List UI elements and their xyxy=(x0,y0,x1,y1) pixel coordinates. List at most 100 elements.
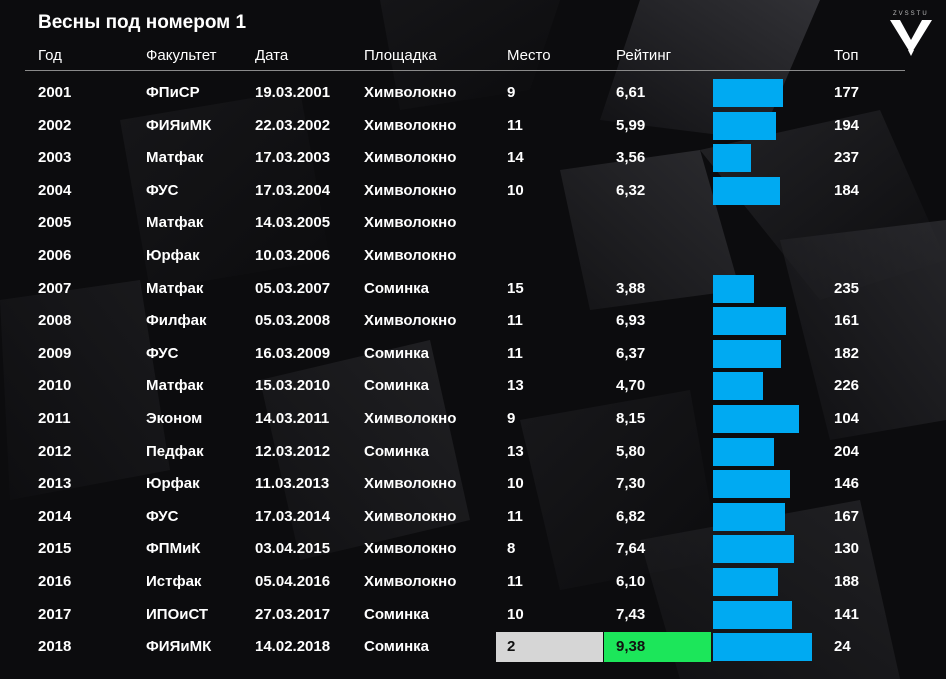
cell-place: 11 xyxy=(507,345,523,362)
rating-bar xyxy=(713,144,751,172)
logo-text: ZVSSTU xyxy=(893,11,929,17)
cell-venue: Химволокно xyxy=(364,540,457,557)
cell-top: 141 xyxy=(834,606,860,623)
cell-place: 15 xyxy=(507,280,524,297)
cell-rating: 6,82 xyxy=(616,508,646,525)
cell-year: 2010 xyxy=(38,377,72,394)
cell-faculty: Эконом xyxy=(146,410,203,427)
cell-rating: 5,99 xyxy=(616,117,646,134)
cell-venue: Химволокно xyxy=(364,117,457,134)
cell-venue: Соминка xyxy=(364,280,430,297)
cell-year: 2018 xyxy=(38,638,72,655)
cell-faculty: Матфак xyxy=(146,149,204,166)
cell-place: 11 xyxy=(507,573,523,590)
cell-date: 10.03.2006 xyxy=(255,247,331,264)
cell-venue: Соминка xyxy=(364,377,430,394)
cell-top: 24 xyxy=(834,638,851,655)
rating-bar xyxy=(713,112,776,140)
cell-year: 2005 xyxy=(38,214,72,231)
cell-top: 194 xyxy=(834,117,860,134)
rating-bar xyxy=(713,177,780,205)
cell-faculty: ФПМиК xyxy=(146,540,201,557)
cell-date: 15.03.2010 xyxy=(255,377,331,394)
header-year: Год xyxy=(38,47,62,64)
cell-rating: 4,70 xyxy=(616,377,646,394)
cell-faculty: ИПОиСТ xyxy=(146,606,209,623)
cell-year: 2011 xyxy=(38,410,71,427)
cell-year: 2009 xyxy=(38,345,72,362)
cell-venue: Соминка xyxy=(364,443,430,460)
cell-venue: Химволокно xyxy=(364,573,457,590)
cell-faculty: Истфак xyxy=(146,573,202,590)
cell-top: 146 xyxy=(834,475,860,492)
cell-venue: Химволокно xyxy=(364,312,457,329)
cell-faculty: Матфак xyxy=(146,377,204,394)
cell-place: 11 xyxy=(507,312,523,329)
cell-venue: Химволокно xyxy=(364,247,457,264)
cell-rating: 6,37 xyxy=(616,345,646,362)
cell-faculty: ФУС xyxy=(146,182,179,199)
cell-rating: 7,30 xyxy=(616,475,646,492)
cell-place: 10 xyxy=(507,182,524,199)
cell-year: 2013 xyxy=(38,475,72,492)
cell-place: 11 xyxy=(507,508,523,525)
rating-bar xyxy=(713,79,783,107)
cell-venue: Химволокно xyxy=(364,410,457,427)
cell-year: 2004 xyxy=(38,182,72,199)
header-faculty: Факультет xyxy=(146,47,217,64)
logo-icon xyxy=(890,20,932,56)
cell-faculty: ФПиСР xyxy=(146,84,200,101)
cell-rating: 9,38 xyxy=(616,638,646,655)
cell-faculty: ФИЯиМК xyxy=(146,117,212,134)
rating-bar xyxy=(713,470,790,498)
cell-date: 17.03.2014 xyxy=(255,508,331,525)
header-top: Топ xyxy=(834,47,859,64)
rating-bar xyxy=(713,275,754,303)
cell-venue: Соминка xyxy=(364,345,430,362)
cell-faculty: ФУС xyxy=(146,345,179,362)
cell-place: 9 xyxy=(507,410,516,427)
page-title: Весны под номером 1 xyxy=(38,12,247,33)
cell-faculty: Филфак xyxy=(146,312,207,329)
rating-bar xyxy=(713,438,774,466)
cell-top: 130 xyxy=(834,540,860,557)
cell-place: 11 xyxy=(507,117,523,134)
cell-date: 16.03.2009 xyxy=(255,345,331,362)
cell-year: 2002 xyxy=(38,117,72,134)
cell-place: 10 xyxy=(507,475,524,492)
cell-place: 13 xyxy=(507,377,524,394)
cell-rating: 6,61 xyxy=(616,84,646,101)
cell-date: 19.03.2001 xyxy=(255,84,331,101)
cell-year: 2015 xyxy=(38,540,72,557)
header-venue: Площадка xyxy=(364,47,437,64)
cell-rating: 3,88 xyxy=(616,280,646,297)
cell-date: 14.03.2005 xyxy=(255,214,331,231)
rating-bar xyxy=(713,503,785,531)
cell-faculty: Юрфак xyxy=(146,247,200,264)
cell-year: 2001 xyxy=(38,84,72,101)
cell-date: 05.04.2016 xyxy=(255,573,331,590)
header-divider xyxy=(25,70,905,71)
cell-top: 177 xyxy=(834,84,860,101)
cell-venue: Соминка xyxy=(364,606,430,623)
cell-top: 226 xyxy=(834,377,860,394)
cell-faculty: Юрфак xyxy=(146,475,200,492)
cell-year: 2016 xyxy=(38,573,72,590)
cell-place: 2 xyxy=(507,638,516,655)
cell-faculty: ФИЯиМК xyxy=(146,638,212,655)
cell-place: 8 xyxy=(507,540,516,557)
cell-date: 27.03.2017 xyxy=(255,606,331,623)
rating-bar xyxy=(713,372,763,400)
cell-top: 182 xyxy=(834,345,860,362)
cell-venue: Соминка xyxy=(364,638,430,655)
cell-faculty: Матфак xyxy=(146,280,204,297)
cell-rating: 6,10 xyxy=(616,573,646,590)
cell-date: 17.03.2004 xyxy=(255,182,331,199)
cell-year: 2008 xyxy=(38,312,72,329)
cell-venue: Химволокно xyxy=(364,214,457,231)
cell-date: 22.03.2002 xyxy=(255,117,331,134)
cell-faculty: Педфак xyxy=(146,443,204,460)
cell-date: 11.03.2013 xyxy=(255,475,330,492)
rating-bar xyxy=(713,340,781,368)
cell-place: 14 xyxy=(507,149,524,166)
